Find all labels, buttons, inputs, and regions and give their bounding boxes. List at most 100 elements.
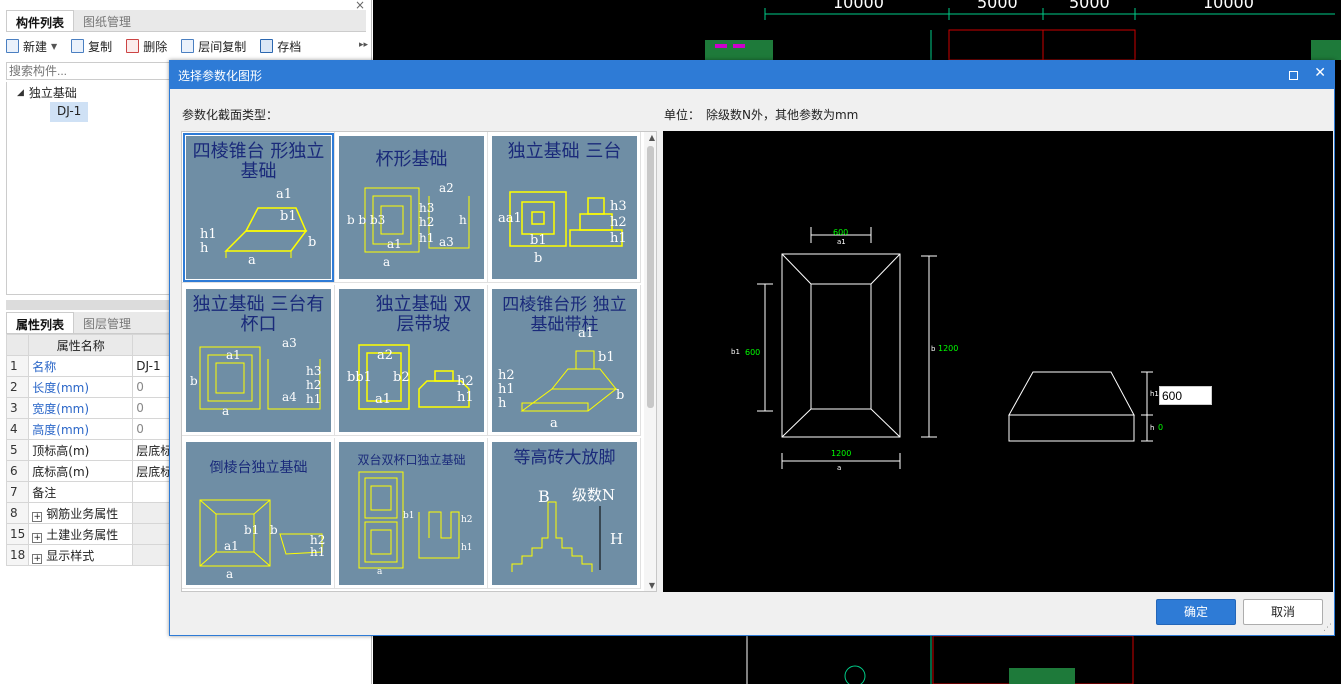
parametric-shape-dialog: 选择参数化图形 ✕ 参数化截面类型： 单位： 除级数N外，其他参数为mm 四棱锥台… <box>169 60 1335 636</box>
thumb-inverted-frustum-foundation[interactable]: 倒棱台独立基础 a1 a b1 b h2 h1 <box>182 438 335 589</box>
svg-text:a1: a1 <box>387 237 402 251</box>
thumb-frustum-with-column[interactable]: 四棱锥台形 独立基础带柱 a a1 b1 b h2 h1 h <box>488 285 641 436</box>
more-icon[interactable]: ▸▸ <box>359 40 368 50</box>
tab-drawing-management[interactable]: 图纸管理 <box>74 10 140 31</box>
new-button[interactable]: 新建 ▼ <box>6 38 57 55</box>
copy-icon <box>71 39 85 53</box>
svg-text:0: 0 <box>1158 423 1163 432</box>
thumb-image: 独立基础 三台有杯口 a1 a b a3 a4 h3 h2 h1 <box>186 289 331 432</box>
svg-text:a: a <box>222 404 229 418</box>
svg-text:h1: h1 <box>419 231 434 245</box>
svg-text:h1: h1 <box>1150 390 1159 398</box>
svg-text:a1: a1 <box>375 392 391 407</box>
svg-text:b1: b1 <box>403 511 415 521</box>
svg-text:a: a <box>383 255 390 269</box>
expand-icon[interactable]: + <box>32 532 43 543</box>
thumb-image: 双台双杯口独立基础 a b1 h2 h1 <box>339 442 484 585</box>
thumb-pyramid-frustum-foundation[interactable]: 四棱锥台 形独立基础 a a1 b1 b h1 h <box>182 132 335 283</box>
svg-text:h1: h1 <box>498 382 515 397</box>
expand-icon[interactable]: + <box>32 511 43 522</box>
save-button[interactable]: 存档 <box>260 38 301 55</box>
scroll-up-icon[interactable]: ▲ <box>649 133 655 142</box>
svg-text:h1: h1 <box>457 390 474 405</box>
svg-text:b: b <box>190 374 198 388</box>
svg-text:b1: b1 <box>598 350 615 365</box>
tab-layer-management[interactable]: 图层管理 <box>74 312 140 333</box>
svg-text:b1: b1 <box>244 523 259 537</box>
svg-text:h3: h3 <box>306 364 321 378</box>
cancel-button[interactable]: 取消 <box>1243 599 1323 625</box>
thumb-three-step-cup-foundation[interactable]: 独立基础 三台有杯口 a1 a b a3 a4 h3 h2 h1 <box>182 285 335 436</box>
expand-icon[interactable]: + <box>32 553 43 564</box>
tree-root-independent-foundation[interactable]: ◢ 独立基础 <box>17 84 77 101</box>
svg-text:h: h <box>498 396 507 411</box>
svg-text:a3: a3 <box>282 336 297 350</box>
svg-text:b: b <box>616 388 624 403</box>
delete-button[interactable]: 删除 <box>126 38 167 55</box>
thumb-double-sloped-foundation[interactable]: 独立基础 双层带坡 a1 a2 bb1 b2 h2 h1 <box>335 285 488 436</box>
svg-text:h3: h3 <box>419 201 434 215</box>
cad-dim-4: 10000 <box>1203 0 1254 12</box>
chevron-down-icon[interactable]: ▼ <box>51 42 57 51</box>
svg-text:a2: a2 <box>439 181 454 195</box>
thumb-image: 独立基础 双层带坡 a1 a2 bb1 b2 h2 h1 <box>339 289 484 432</box>
ok-button[interactable]: 确定 <box>1156 599 1236 625</box>
svg-text:600: 600 <box>833 228 848 237</box>
svg-text:a3: a3 <box>439 235 454 249</box>
cad-dim-1: 10000 <box>833 0 884 12</box>
preview-drawing: 600 a1 b1 600 b 1200 1200 a h1 h 0 <box>731 227 1163 472</box>
frustum-column-icon: a a1 b1 b h2 h1 h <box>498 326 624 431</box>
tab-property-list[interactable]: 属性列表 <box>6 312 75 333</box>
new-icon <box>6 39 19 53</box>
svg-text:h: h <box>200 241 209 256</box>
h1-value-input[interactable] <box>1159 386 1212 405</box>
dialog-titlebar[interactable]: 选择参数化图形 ✕ <box>170 61 1334 89</box>
svg-text:a4: a4 <box>282 390 297 404</box>
double-cup-icon: a b1 h2 h1 <box>358 471 473 577</box>
thumb-cup-foundation[interactable]: 杯形基础 a1 a b b b3 a2 a3 h3 h2 h1 h <box>335 132 488 283</box>
svg-text:a: a <box>837 464 841 472</box>
collapse-icon[interactable]: ◢ <box>17 88 24 98</box>
thumbnail-scrollbar[interactable]: ▲ ▼ <box>644 132 656 591</box>
svg-text:a: a <box>550 416 558 431</box>
svg-text:a1: a1 <box>837 238 846 246</box>
svg-text:a1: a1 <box>224 539 239 553</box>
svg-text:b2: b2 <box>393 370 410 385</box>
copy-button[interactable]: 复制 <box>71 38 112 55</box>
maximize-icon[interactable] <box>1289 71 1298 80</box>
svg-text:bb1: bb1 <box>347 370 372 385</box>
svg-text:1200: 1200 <box>831 449 851 458</box>
thumb-image: 四棱锥台形 独立基础带柱 a a1 b1 b h2 h1 h <box>492 289 637 432</box>
close-icon[interactable]: ✕ <box>1314 65 1326 81</box>
svg-text:b: b <box>308 235 316 250</box>
double-sloped-icon: a1 a2 bb1 b2 h2 h1 <box>347 344 474 410</box>
svg-text:b1: b1 <box>731 348 740 356</box>
thumb-image: 独立基础 三台 b1 b aa1 h3 h2 h1 <box>492 136 637 279</box>
thumb-image: 等高砖大放脚 B 级数N H <box>492 442 637 585</box>
thumb-brick-footing[interactable]: 等高砖大放脚 B 级数N H <box>488 438 641 589</box>
frustum-icon: a a1 b1 b h1 h <box>200 187 316 268</box>
floor-copy-button[interactable]: 层间复制 <box>181 38 246 55</box>
scroll-down-icon[interactable]: ▼ <box>649 581 655 590</box>
thumb-double-cup-foundation[interactable]: 双台双杯口独立基础 a b1 h2 h1 <box>335 438 488 589</box>
component-toolbar: 新建 ▼ 复制 删除 层间复制 存档 ▸▸ <box>6 34 370 58</box>
svg-text:h2: h2 <box>610 215 627 230</box>
three-step-cup-icon: a1 a b a3 a4 h3 h2 h1 <box>190 336 321 418</box>
shape-preview: 600 a1 b1 600 b 1200 1200 a h1 h 0 600 <box>663 131 1333 592</box>
brick-footing-icon: B 级数N H <box>511 486 623 572</box>
svg-text:a1: a1 <box>226 348 241 362</box>
inverted-frustum-icon: a1 a b1 b h2 h1 <box>199 499 325 581</box>
thumb-image: 四棱锥台 形独立基础 a a1 b1 b h1 h <box>183 133 334 282</box>
component-tabbar: 构件列表 图纸管理 <box>6 10 366 32</box>
scroll-thumb[interactable] <box>647 146 654 408</box>
shape-thumbnail-list: 四棱锥台 形独立基础 a a1 b1 b h1 h 杯形基础 a1 a b b … <box>181 131 657 592</box>
thumb-three-step-foundation[interactable]: 独立基础 三台 b1 b aa1 h3 h2 h1 <box>488 132 641 283</box>
svg-text:H: H <box>610 530 623 548</box>
svg-text:h1: h1 <box>461 543 473 553</box>
tab-component-list[interactable]: 构件列表 <box>6 10 75 31</box>
resize-grip-icon[interactable]: ⋰ <box>1323 623 1332 633</box>
unit-label: 单位： 除级数N外，其他参数为mm <box>664 108 859 122</box>
svg-text:b: b <box>270 523 278 537</box>
tree-item-dj1[interactable]: DJ-1 <box>50 102 89 122</box>
svg-text:h2: h2 <box>306 378 321 392</box>
